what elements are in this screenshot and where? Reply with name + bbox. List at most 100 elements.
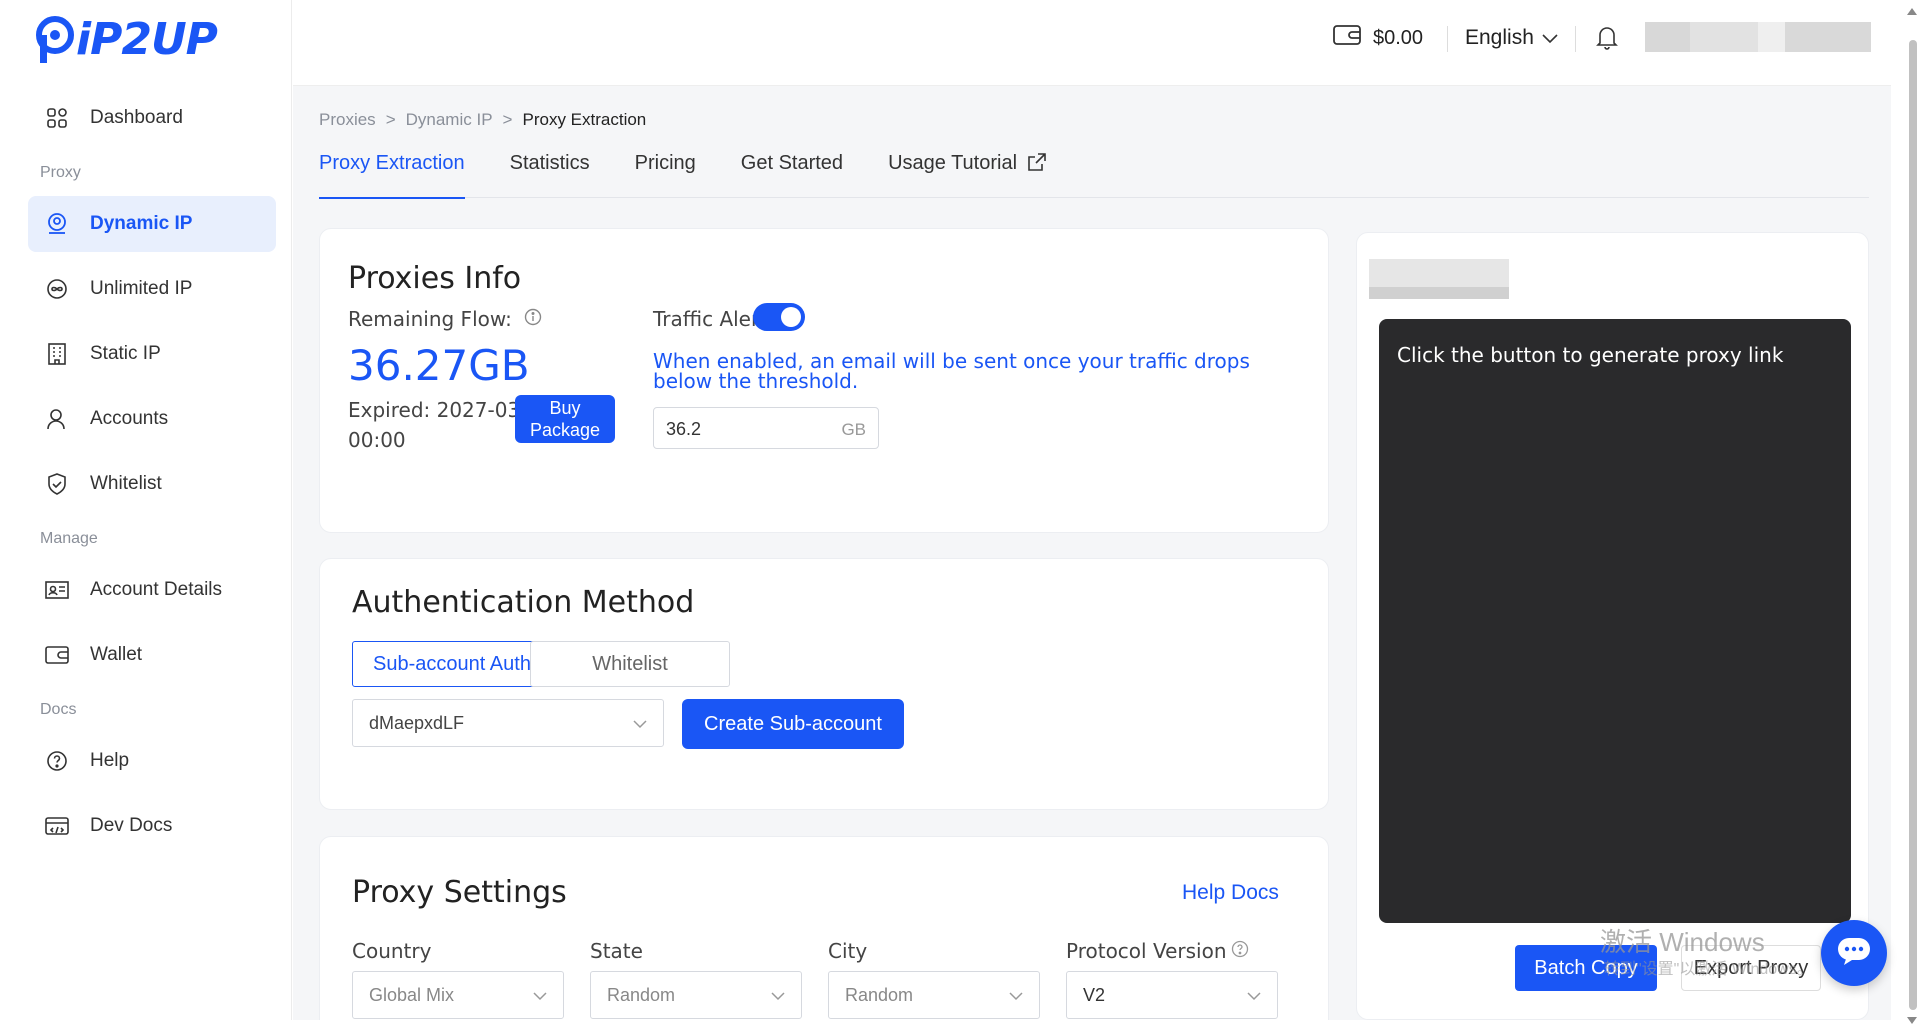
create-sub-account-button[interactable]: Create Sub-account: [682, 699, 904, 749]
help-circle-icon[interactable]: [1231, 939, 1249, 963]
tab-pricing[interactable]: Pricing: [635, 150, 696, 198]
card-title: Proxies Info: [348, 261, 522, 296]
sidebar-item-label: Accounts: [90, 408, 169, 429]
id-card-icon: [44, 577, 70, 603]
bottom-strip: [0, 1020, 1904, 1030]
country-value: Global Mix: [369, 984, 455, 1005]
tab-label: Usage Tutorial: [888, 152, 1018, 174]
threshold-value: 36.2: [666, 419, 702, 439]
redacted-header: [1369, 259, 1509, 299]
selected-account: dMaepxdLF: [369, 712, 465, 733]
protocol-version-select[interactable]: V2: [1066, 971, 1278, 1019]
scroll-thumb[interactable]: [1909, 40, 1917, 1010]
buy-package-button[interactable]: Buy Package: [515, 395, 615, 443]
proxies-info-card: Proxies Info Remaining Flow: 36.27GB Exp…: [319, 228, 1329, 533]
threshold-input[interactable]: 36.2 GB: [653, 407, 879, 449]
sidebar-nav: Dashboard Proxy Dynamic IP Unlimited IP: [28, 90, 276, 863]
sidebar-item-label: Dashboard: [90, 107, 183, 128]
help-docs-link[interactable]: Help Docs: [1182, 881, 1279, 905]
info-icon[interactable]: [524, 307, 542, 331]
top-bar: $0.00 English: [293, 0, 1891, 86]
code-doc-icon: [44, 813, 70, 839]
sidebar-item-wallet[interactable]: Wallet: [28, 627, 276, 683]
bell-icon[interactable]: [1596, 24, 1618, 55]
sidebar-item-label: Dev Docs: [90, 815, 173, 836]
sidebar-item-dashboard[interactable]: Dashboard: [28, 90, 276, 146]
sidebar-item-whitelist[interactable]: Whitelist: [28, 456, 276, 512]
proxy-output-box[interactable]: Click the button to generate proxy link: [1379, 319, 1851, 923]
remaining-flow-label: Remaining Flow:: [348, 307, 542, 331]
alert-line: When enabled, an email will be sent once…: [653, 349, 1250, 373]
sidebar-item-dynamic-ip[interactable]: Dynamic IP: [28, 196, 276, 252]
city-value: Random: [845, 984, 914, 1005]
balance-amount: $0.00: [1373, 26, 1424, 49]
tab-label: Get Started: [740, 152, 844, 174]
tab-proxy-extraction[interactable]: Proxy Extraction: [319, 150, 465, 199]
sidebar-item-unlimited-ip[interactable]: Unlimited IP: [28, 261, 276, 317]
proxy-output-panel: Click the button to generate proxy link …: [1356, 232, 1869, 1020]
sidebar-item-accounts[interactable]: Accounts: [28, 391, 276, 447]
sidebar-item-static-ip[interactable]: Static IP: [28, 326, 276, 382]
breadcrumb-separator: >: [385, 110, 396, 129]
protocol-value: V2: [1083, 984, 1106, 1005]
language-selector[interactable]: English: [1465, 26, 1558, 50]
chat-support-button[interactable]: [1821, 920, 1887, 986]
dashboard-grid-icon: [44, 105, 70, 131]
logo-text: iP2UP: [76, 14, 218, 65]
sidebar-section-proxy: Proxy: [40, 164, 81, 181]
sidebar-item-account-details[interactable]: Account Details: [28, 562, 276, 618]
shield-icon: [44, 471, 70, 497]
topbar-divider: [1447, 26, 1448, 52]
user-avatar-redacted[interactable]: [1645, 22, 1871, 52]
page-scrollbar[interactable]: [1904, 0, 1920, 1030]
proxy-settings-card: Proxy Settings Help Docs Country Global …: [319, 836, 1329, 1030]
brand-logo[interactable]: iP2UP: [36, 14, 218, 65]
output-placeholder: Click the button to generate proxy link: [1397, 343, 1784, 367]
country-select[interactable]: Global Mix: [352, 971, 564, 1019]
location-pin-icon: [44, 211, 70, 237]
tab-label: Pricing: [634, 152, 696, 174]
tab-label: Statistics: [509, 152, 590, 174]
help-circle-icon: [44, 748, 70, 774]
tab-usage-tutorial[interactable]: Usage Tutorial: [888, 150, 1047, 198]
scroll-up-arrow[interactable]: [1907, 8, 1917, 15]
breadcrumb-item[interactable]: Proxies: [319, 110, 376, 130]
state-label: State: [590, 939, 643, 963]
logo-mark-icon: [36, 15, 74, 65]
traffic-alert-toggle[interactable]: [753, 303, 805, 331]
state-value: Random: [607, 984, 676, 1005]
state-select[interactable]: Random: [590, 971, 802, 1019]
threshold-unit: GB: [841, 420, 866, 439]
sidebar-item-help[interactable]: Help: [28, 733, 276, 789]
tab-statistics[interactable]: Statistics: [510, 150, 590, 198]
toggle-knob: [781, 307, 801, 327]
wallet-icon: [44, 642, 70, 668]
breadcrumb-separator: >: [502, 110, 513, 129]
chevron-down-icon: [1247, 985, 1261, 1006]
sidebar-item-label: Static IP: [90, 343, 161, 364]
tab-get-started[interactable]: Get Started: [741, 150, 843, 198]
authentication-method-card: Authentication Method Sub-account Auth W…: [319, 558, 1329, 810]
infinity-icon: [44, 276, 70, 302]
chevron-down-icon: [633, 713, 647, 734]
sidebar: iP2UP Dashboard Proxy Dynamic IP Unlimit…: [0, 0, 292, 1020]
chevron-down-icon: [1542, 26, 1558, 50]
whitelist-option[interactable]: Whitelist: [530, 641, 730, 687]
breadcrumb: Proxies > Dynamic IP > Proxy Extraction: [319, 110, 646, 130]
scroll-down-arrow[interactable]: [1907, 1017, 1917, 1024]
chevron-down-icon: [1009, 985, 1023, 1006]
page-tabs: Proxy Extraction Statistics Pricing Get …: [319, 150, 1869, 199]
sidebar-item-label: Wallet: [90, 644, 143, 665]
balance-display[interactable]: $0.00: [1333, 24, 1423, 52]
city-select[interactable]: Random: [828, 971, 1040, 1019]
main-content: Proxies > Dynamic IP > Proxy Extraction …: [293, 86, 1891, 1030]
chevron-down-icon: [771, 985, 785, 1006]
breadcrumb-current: Proxy Extraction: [522, 110, 647, 129]
topbar-divider: [1575, 26, 1576, 52]
sub-account-auth-option[interactable]: Sub-account Auth: [352, 641, 552, 687]
breadcrumb-item[interactable]: Dynamic IP: [406, 110, 493, 130]
sidebar-item-dev-docs[interactable]: Dev Docs: [28, 798, 276, 854]
sub-account-select[interactable]: dMaepxdLF: [352, 699, 664, 747]
chevron-down-icon: [533, 985, 547, 1006]
sidebar-item-label: Help: [90, 750, 130, 771]
